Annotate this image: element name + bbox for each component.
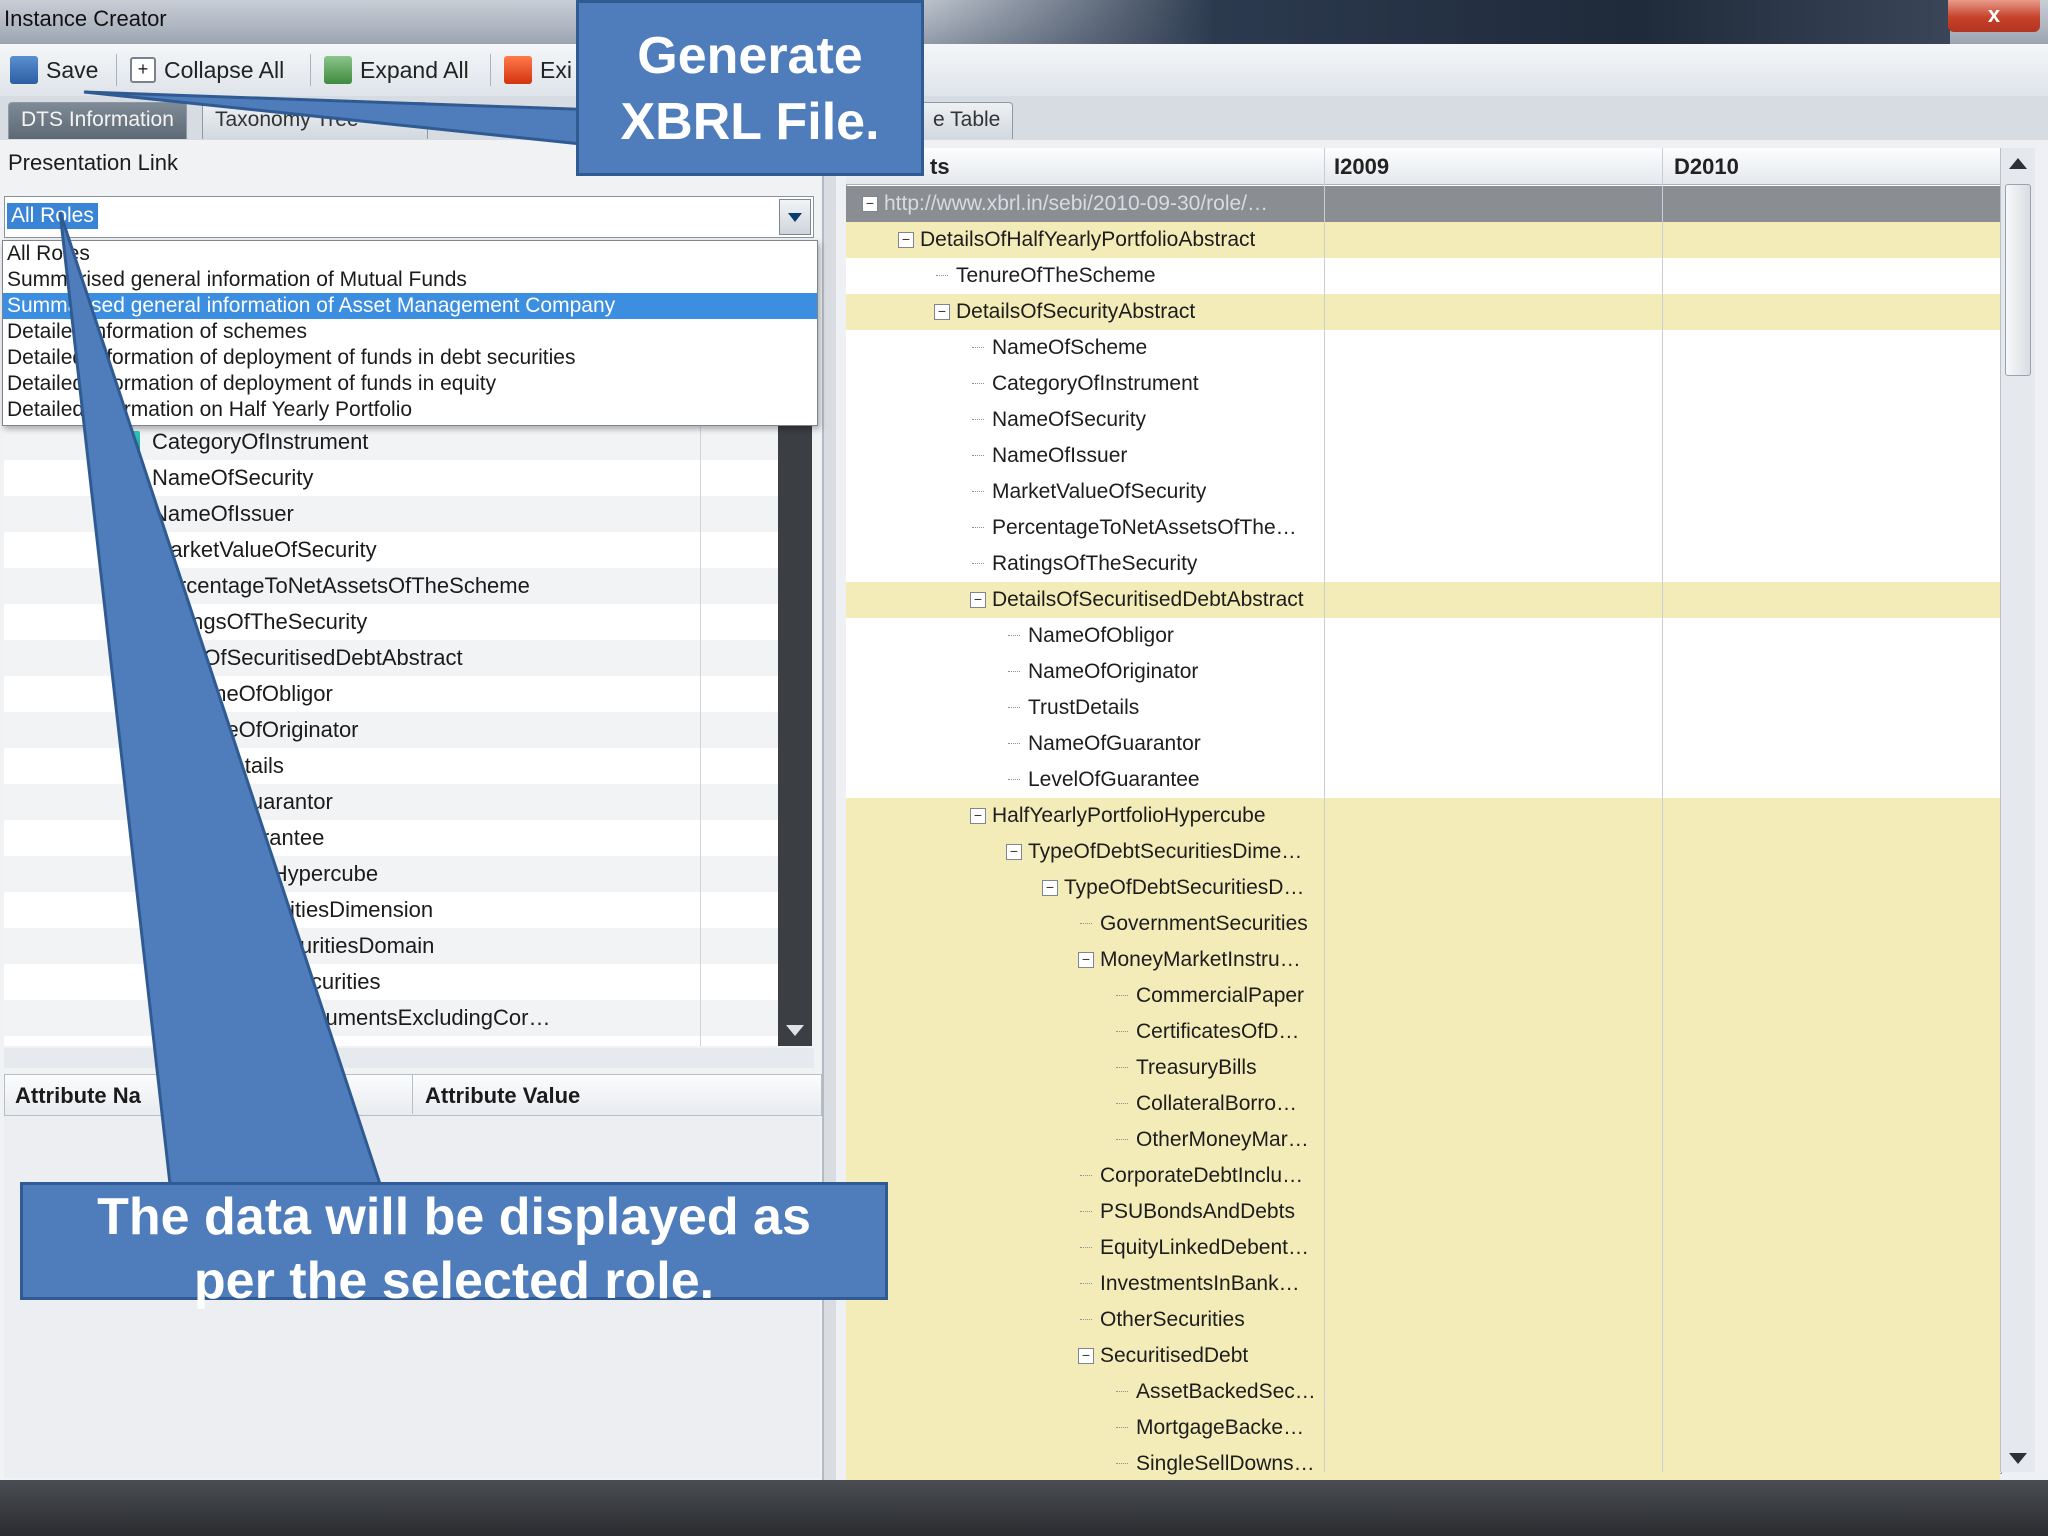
selected-role-callout: The data will be displayed as per the se… xyxy=(20,1182,888,1310)
callout-line: per the selected role. xyxy=(193,1252,715,1310)
top-callout-pointer xyxy=(83,90,602,148)
bottom-callout-pointer xyxy=(58,211,383,1186)
callout-line: Generate xyxy=(637,27,863,85)
callout-line: XBRL File. xyxy=(620,93,880,151)
generate-xbrl-callout: Generate XBRL File. xyxy=(576,0,924,176)
callout-line: The data will be displayed as xyxy=(97,1188,811,1246)
